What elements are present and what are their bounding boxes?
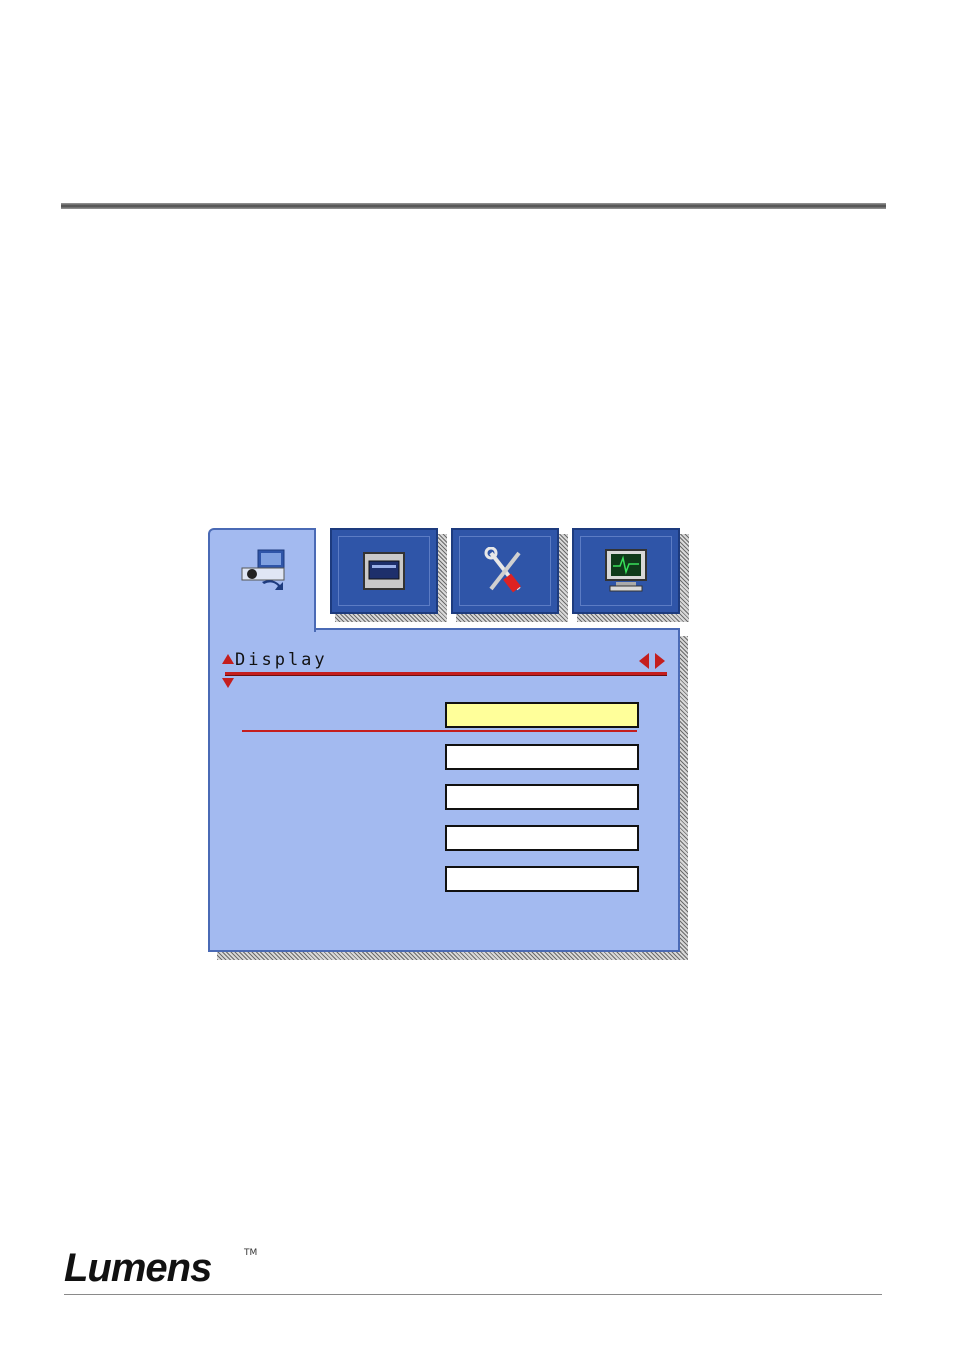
tools-icon <box>484 547 521 593</box>
tab-image[interactable] <box>208 528 316 632</box>
up-down-arrow-icon <box>222 654 234 688</box>
menu-title: Display <box>235 650 328 670</box>
lumens-logo: Lumens TM <box>64 1248 264 1292</box>
logo-trademark: TM <box>244 1248 258 1258</box>
panel-shadow <box>217 952 688 960</box>
logo-text: Lumens <box>64 1246 212 1290</box>
left-right-arrow-icon <box>639 653 665 669</box>
menu-item-value-3[interactable] <box>445 784 639 810</box>
selected-row-underline <box>242 730 637 732</box>
tab-display[interactable] <box>330 528 438 614</box>
tab-status[interactable] <box>572 528 680 614</box>
panel-shadow <box>680 636 688 960</box>
title-divider <box>225 672 667 676</box>
osd-menu: Display <box>205 526 695 966</box>
tab-settings[interactable] <box>451 528 559 614</box>
header-rule <box>61 203 886 209</box>
menu-item-value-5[interactable] <box>445 866 639 892</box>
menu-item-value-1[interactable] <box>445 702 639 728</box>
display-panel-icon <box>363 552 405 590</box>
projector-camera-icon <box>241 549 285 590</box>
monitor-waveform-icon <box>605 549 647 592</box>
menu-item-value-2[interactable] <box>445 744 639 770</box>
menu-item-value-4[interactable] <box>445 825 639 851</box>
footer-rule <box>64 1294 882 1295</box>
